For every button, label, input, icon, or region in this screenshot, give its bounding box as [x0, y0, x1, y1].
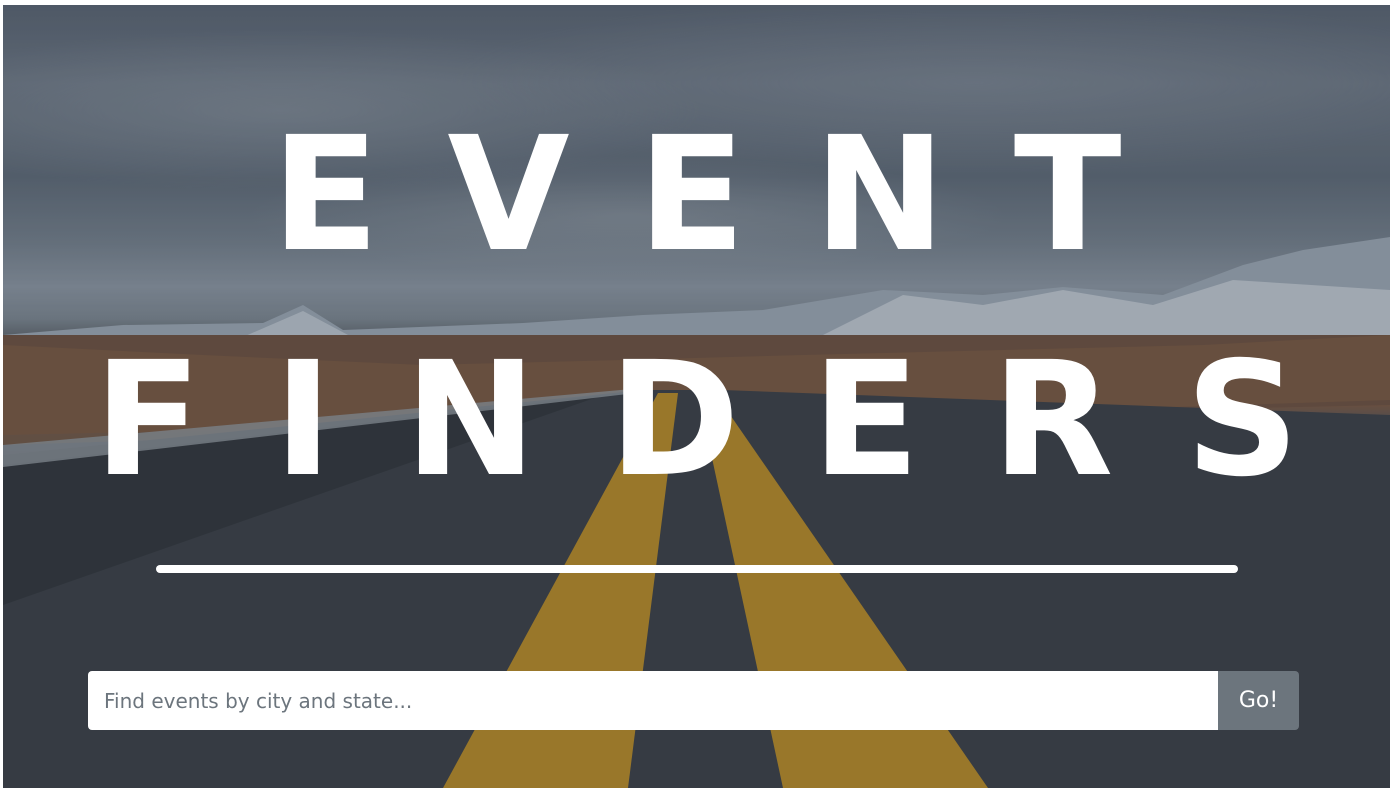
title-divider — [156, 565, 1238, 573]
search-input[interactable] — [88, 671, 1218, 730]
page-title-line-1: EVENT — [271, 103, 1190, 287]
page-title-line-2: FINDERS — [93, 328, 1372, 512]
go-button[interactable]: Go! — [1218, 671, 1299, 730]
search-bar: Go! — [88, 671, 1299, 730]
